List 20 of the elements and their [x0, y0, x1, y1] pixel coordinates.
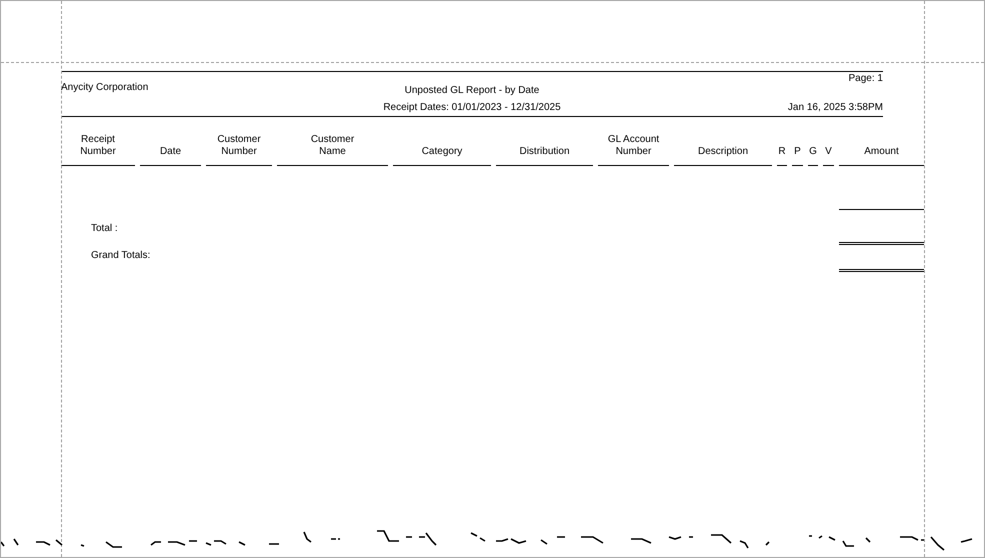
report-title: Unposted GL Report - by Date [404, 85, 540, 96]
total-label: Grand Totals: [91, 250, 150, 261]
date-range: Receipt Dates: 01/01/2023 - 12/31/2025 [383, 102, 561, 113]
column-header: P [792, 146, 803, 166]
column-header: GL Account Number [598, 134, 669, 166]
column-header: V [823, 146, 834, 166]
column-header: Receipt Number [61, 134, 135, 166]
column-header: G [808, 146, 818, 166]
total-label: Total : [91, 223, 118, 234]
column-header: Customer Number [206, 134, 272, 166]
column-header: Customer Name [277, 134, 388, 166]
column-header: R [777, 146, 787, 166]
column-header: Category [393, 146, 491, 166]
column-header: Description [674, 146, 772, 166]
column-header: Amount [839, 146, 924, 166]
page-number: Page: 1 [848, 73, 883, 84]
column-header: Distribution [496, 146, 593, 166]
column-header: Date [140, 146, 201, 166]
print-date: Jan 16, 2025 3:58PM [788, 102, 883, 113]
company-name: Anycity Corporation [61, 82, 148, 93]
